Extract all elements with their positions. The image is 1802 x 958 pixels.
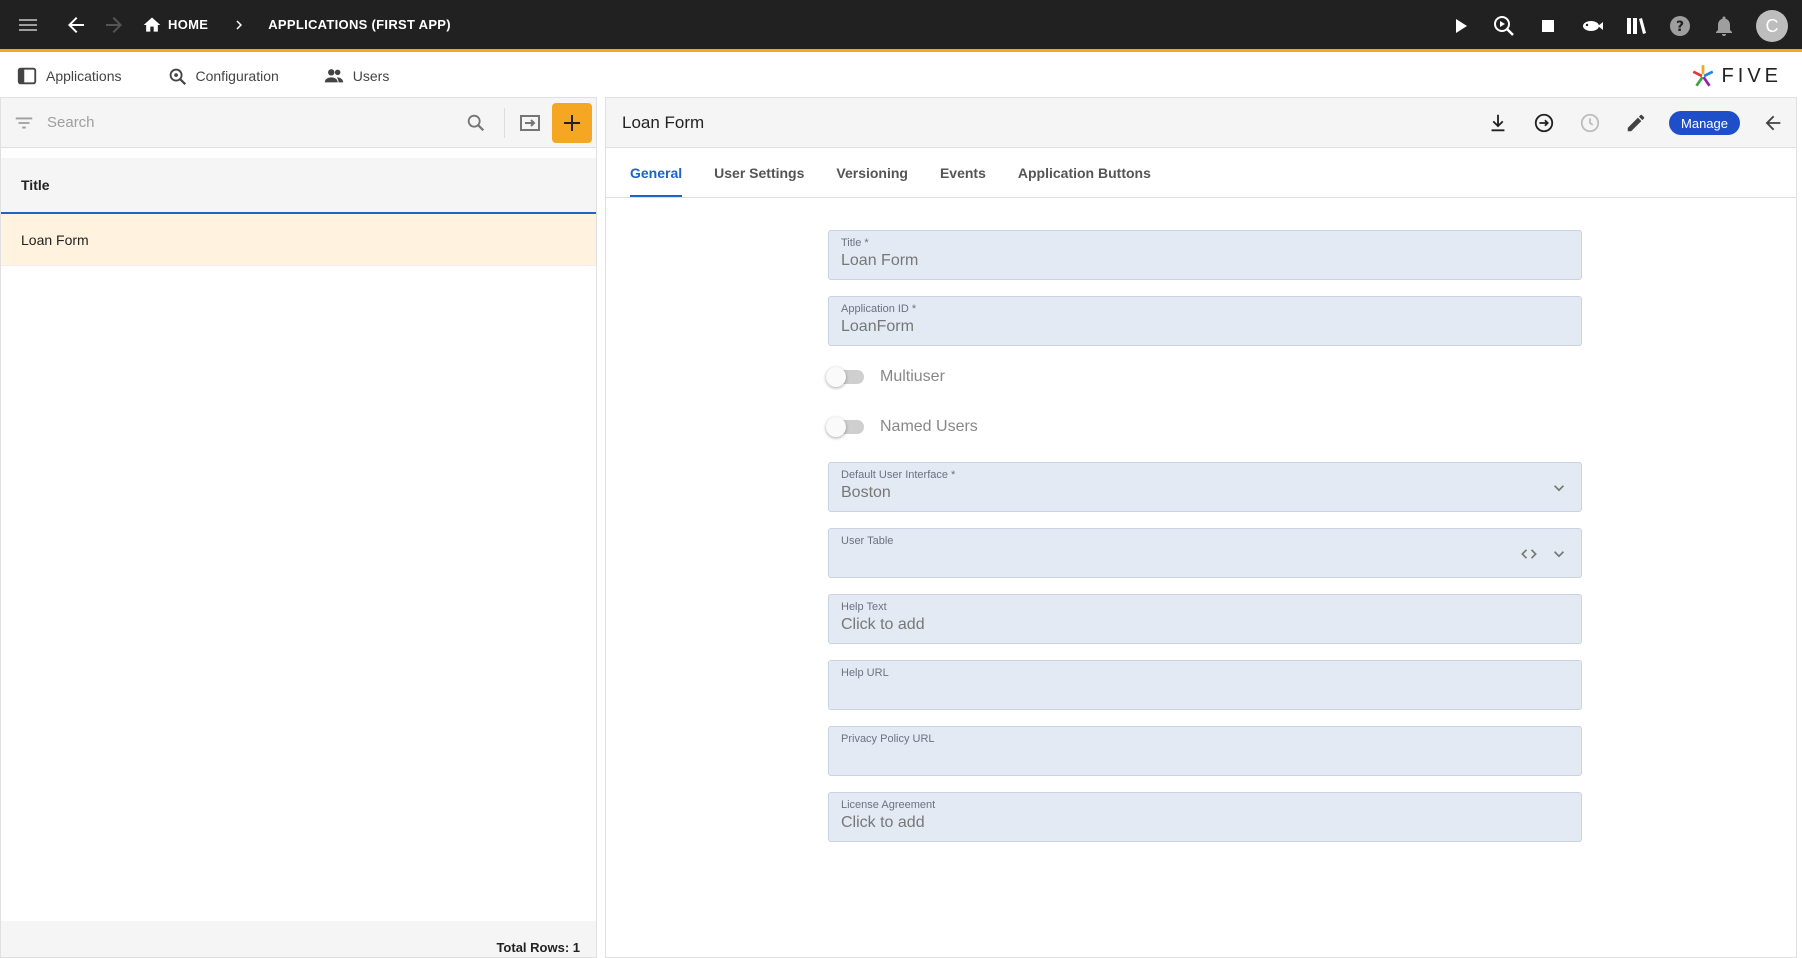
pencil-icon (1627, 114, 1645, 132)
menu-users-label: Users (352, 68, 390, 84)
launch-icon (1534, 113, 1554, 133)
default-user-interface-value: Boston (841, 484, 891, 501)
code-icon[interactable] (1519, 544, 1539, 564)
named-users-label: Named Users (880, 418, 978, 435)
plus-icon (564, 115, 580, 131)
chevron-down-icon[interactable] (1549, 544, 1569, 564)
page-title: Loan Form (622, 112, 705, 132)
back-arrow-icon (1765, 115, 1781, 131)
download-icon (1491, 114, 1505, 132)
tab-bar: General User Settings Versioning Events … (606, 148, 1796, 198)
title-field-value: Loan Form (841, 252, 919, 269)
general-form: Title * Loan Form Application ID * LoanF… (826, 230, 1582, 858)
download-button[interactable] (1485, 110, 1511, 136)
back-button[interactable] (1760, 110, 1786, 136)
library-icon[interactable] (1622, 12, 1650, 40)
user-table-select[interactable]: User Table (828, 528, 1582, 578)
application-id-field-label: Application ID * (841, 303, 917, 315)
hamburger-menu-icon[interactable] (14, 11, 42, 39)
applications-icon (17, 67, 37, 85)
title-field[interactable]: Title * Loan Form (828, 230, 1582, 280)
play-icon[interactable] (1446, 12, 1474, 40)
default-user-interface-label: Default User Interface * (841, 469, 956, 481)
menu-configuration-label: Configuration (195, 68, 279, 84)
stop-icon[interactable] (1534, 12, 1562, 40)
users-icon (324, 69, 343, 83)
database-fish-icon[interactable] (1578, 12, 1606, 40)
breadcrumb-home[interactable]: HOME (142, 15, 208, 35)
notifications-bell-icon[interactable] (1710, 12, 1738, 40)
menu-users[interactable]: Users (323, 65, 390, 87)
named-users-toggle[interactable]: Named Users (826, 408, 1582, 446)
multiuser-label: Multiuser (880, 368, 945, 385)
help-url-label: Help URL (841, 667, 889, 679)
tab-events[interactable]: Events (940, 165, 986, 197)
named-users-switch[interactable] (826, 417, 864, 437)
search-input[interactable] (47, 114, 447, 131)
edit-button[interactable] (1623, 110, 1649, 136)
column-header-title[interactable]: Title (1, 158, 596, 214)
configuration-icon (169, 68, 186, 86)
multiuser-switch[interactable] (826, 367, 864, 387)
launch-button[interactable] (1531, 110, 1557, 136)
total-rows: Total Rows: 1 (1, 921, 596, 957)
history-icon (1580, 113, 1600, 133)
help-url-field[interactable]: Help URL (828, 660, 1582, 710)
license-agreement-label: License Agreement (841, 799, 936, 811)
help-text-label: Help Text (841, 601, 887, 613)
tab-application-buttons[interactable]: Application Buttons (1018, 165, 1151, 197)
chevron-right-icon (230, 16, 248, 34)
list-item-title: Loan Form (21, 231, 89, 248)
user-avatar[interactable]: C (1756, 10, 1788, 42)
tab-user-settings[interactable]: User Settings (714, 165, 804, 197)
svg-text:?: ? (1676, 19, 1684, 35)
top-bar: HOME APPLICATIONS (FIRST APP) ? C (0, 0, 1802, 52)
breadcrumb-applications-label: APPLICATIONS (FIRST APP) (268, 17, 451, 32)
manage-button[interactable]: Manage (1669, 111, 1740, 135)
application-id-field[interactable]: Application ID * LoanForm (828, 296, 1582, 346)
filter-icon[interactable] (13, 112, 35, 134)
detail-header: Loan Form Manage (606, 98, 1796, 148)
chevron-down-icon[interactable] (1549, 478, 1569, 498)
license-agreement-field[interactable]: License Agreement Click to add (828, 792, 1582, 842)
five-logo: FIVE (1690, 59, 1782, 93)
breadcrumb-home-label: HOME (168, 17, 209, 32)
five-logo-mark-icon (1692, 65, 1713, 87)
home-icon (143, 17, 161, 32)
application-detail-panel: Loan Form Manage General User Settings V… (605, 97, 1797, 958)
run-debug-icon[interactable] (1490, 12, 1518, 40)
help-text-field[interactable]: Help Text Click to add (828, 594, 1582, 644)
breadcrumb-applications[interactable]: APPLICATIONS (FIRST APP) (268, 17, 451, 32)
privacy-policy-url-field[interactable]: Privacy Policy URL (828, 726, 1582, 776)
license-agreement-value: Click to add (841, 814, 925, 831)
divider (504, 108, 505, 138)
forward-arrow-icon[interactable] (100, 11, 128, 39)
tab-versioning[interactable]: Versioning (836, 165, 908, 197)
tab-general[interactable]: General (630, 165, 683, 197)
help-text-value: Click to add (841, 616, 925, 633)
list-item[interactable]: Loan Form (1, 214, 596, 266)
help-icon[interactable]: ? (1666, 12, 1694, 40)
application-id-field-value: LoanForm (841, 318, 914, 335)
history-button[interactable] (1577, 110, 1603, 136)
menu-applications-label: Applications (46, 68, 122, 84)
import-icon[interactable] (518, 111, 542, 135)
user-table-label: User Table (841, 535, 894, 547)
menu-configuration[interactable]: Configuration (166, 65, 279, 87)
title-field-label: Title * (841, 237, 869, 249)
privacy-policy-url-label: Privacy Policy URL (841, 733, 935, 745)
five-logo-text: FIVE (1721, 64, 1782, 87)
applications-list-panel: Title Loan Form Total Rows: 1 (0, 97, 597, 958)
multiuser-toggle[interactable]: Multiuser (826, 358, 1582, 396)
add-button[interactable] (552, 103, 592, 143)
search-icon[interactable] (465, 112, 487, 134)
search-bar (1, 98, 596, 148)
back-arrow-icon[interactable] (62, 11, 90, 39)
default-user-interface-select[interactable]: Default User Interface * Boston (828, 462, 1582, 512)
menu-bar: Applications Configuration Users FIVE (0, 55, 1802, 97)
menu-applications[interactable]: Applications (16, 65, 122, 87)
